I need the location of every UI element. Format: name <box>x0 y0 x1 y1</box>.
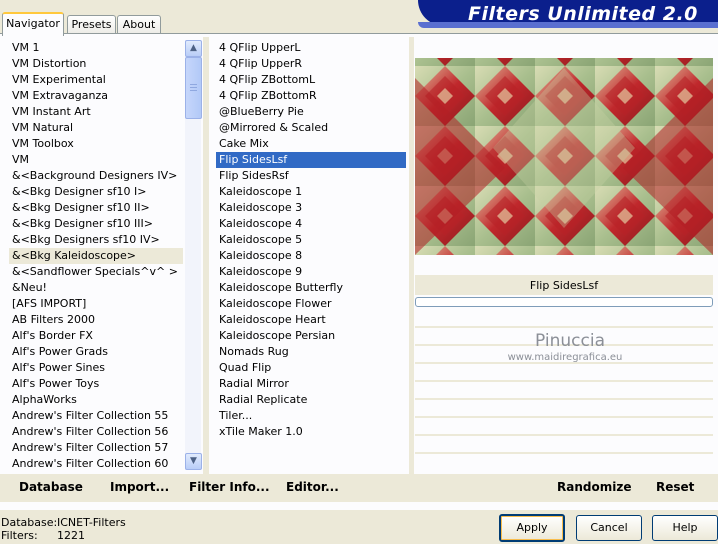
filter-item[interactable]: Nomads Rug <box>216 344 406 360</box>
category-item[interactable]: &Neu! <box>9 280 183 296</box>
scroll-thumb[interactable] <box>185 57 202 119</box>
category-item[interactable]: Alf's Power Toys <box>9 376 183 392</box>
category-item[interactable]: VM Extravaganza <box>9 88 183 104</box>
filter-item[interactable]: 4 QFlip ZBottomL <box>216 72 406 88</box>
category-item[interactable]: Alf's Power Grads <box>9 344 183 360</box>
database-button[interactable]: Database <box>19 480 83 494</box>
preview-image <box>415 58 713 255</box>
scroll-up-button[interactable]: ▲ <box>185 40 202 57</box>
watermark-url: www.maidiregrafica.eu <box>507 352 623 363</box>
watermark-name: Pinuccia <box>535 331 605 351</box>
help-button[interactable]: Help <box>652 515 718 541</box>
tab-navigator[interactable]: Navigator <box>2 12 64 36</box>
filter-item[interactable]: Kaleidoscope Butterfly <box>216 280 406 296</box>
tab-presets[interactable]: Presets <box>67 15 116 34</box>
filter-item[interactable]: Cake Mix <box>216 136 406 152</box>
category-item[interactable]: Andrew's Filter Collection 60 <box>9 456 183 472</box>
tab-about[interactable]: About <box>117 15 161 34</box>
filters-label: Filters: <box>1 529 38 542</box>
parameter-row[interactable] <box>415 382 713 400</box>
category-item[interactable]: Andrew's Filter Collection 57 <box>9 440 183 456</box>
preview-filter-name: Flip SidesLsf <box>529 279 599 292</box>
category-item[interactable]: VM <box>9 152 183 168</box>
filter-item[interactable]: Flip SidesLsf <box>216 152 406 168</box>
category-item[interactable]: [AFS IMPORT] <box>9 296 183 312</box>
import-button[interactable]: Import... <box>110 480 169 494</box>
filter-item[interactable]: Flip SidesRsf <box>216 168 406 184</box>
category-item[interactable]: &<Bkg Designers sf10 IV> <box>9 232 183 248</box>
editor-button[interactable]: Editor... <box>286 480 339 494</box>
filter-item[interactable]: @BlueBerry Pie <box>216 104 406 120</box>
category-item[interactable]: VM Distortion <box>9 56 183 72</box>
scroll-down-button[interactable]: ▼ <box>185 453 202 470</box>
progress-bar <box>415 297 713 307</box>
column-divider <box>409 37 414 474</box>
category-item[interactable]: &<Sandflower Specials^v^ > <box>9 264 183 280</box>
app-title: Filters Unlimited 2.0 <box>468 3 698 25</box>
category-item[interactable]: VM 1 <box>9 40 183 56</box>
category-item[interactable]: &<Bkg Kaleidoscope> <box>9 248 183 264</box>
category-item[interactable]: Andrew's Filter Collection 56 <box>9 424 183 440</box>
category-item[interactable]: Alf's Power Sines <box>9 360 183 376</box>
category-item[interactable]: &<Bkg Designer sf10 I> <box>9 184 183 200</box>
category-item[interactable]: &<Bkg Designer sf10 II> <box>9 200 183 216</box>
filter-item[interactable]: 4 QFlip UpperR <box>216 56 406 72</box>
filter-item[interactable]: Kaleidoscope 8 <box>216 248 406 264</box>
filter-item[interactable]: xTile Maker 1.0 <box>216 424 406 440</box>
cancel-button[interactable]: Cancel <box>576 515 642 541</box>
filter-item[interactable]: Radial Mirror <box>216 376 406 392</box>
filter-item[interactable]: Kaleidoscope 5 <box>216 232 406 248</box>
apply-button[interactable]: Apply <box>499 514 565 542</box>
randomize-button[interactable]: Randomize <box>557 480 631 494</box>
category-item[interactable]: Andrew's Filter Collection 55 <box>9 408 183 424</box>
category-scrollbar[interactable]: ▲ ▼ <box>185 40 202 470</box>
category-item[interactable]: AlphaWorks <box>9 392 183 408</box>
scroll-grip <box>190 90 197 91</box>
parameter-row[interactable] <box>415 364 713 382</box>
parameter-row[interactable] <box>415 436 713 454</box>
scroll-grip <box>190 87 197 88</box>
filter-item[interactable]: Kaleidoscope Flower <box>216 296 406 312</box>
category-item[interactable]: &<Background Designers IV> <box>9 168 183 184</box>
filter-list: 4 QFlip UpperL 4 QFlip UpperR 4 QFlip ZBot… <box>216 40 406 440</box>
scroll-grip <box>190 84 197 85</box>
filter-item[interactable]: 4 QFlip ZBottomR <box>216 88 406 104</box>
filter-item[interactable]: 4 QFlip UpperL <box>216 40 406 56</box>
filter-item[interactable]: Kaleidoscope 4 <box>216 216 406 232</box>
filter-item[interactable]: Quad Flip <box>216 360 406 376</box>
category-item[interactable]: VM Toolbox <box>9 136 183 152</box>
parameter-row[interactable] <box>415 418 713 436</box>
filter-item[interactable]: Kaleidoscope 9 <box>216 264 406 280</box>
filter-item[interactable]: Kaleidoscope Heart <box>216 312 406 328</box>
kaleidoscope-preview-pattern <box>415 58 713 255</box>
category-list: VM 1 VM Distortion VM Experimental VM Extra… <box>9 40 183 472</box>
filter-item[interactable]: Kaleidoscope 3 <box>216 200 406 216</box>
filters-value: 1221 <box>57 529 85 542</box>
filter-item[interactable]: @Mirrored & Scaled <box>216 120 406 136</box>
filter-item[interactable]: Kaleidoscope 1 <box>216 184 406 200</box>
parameter-row[interactable] <box>415 310 713 328</box>
category-item[interactable]: &<Bkg Designer sf10 III> <box>9 216 183 232</box>
database-value: ICNET-Filters <box>57 516 126 529</box>
database-label: Database: <box>1 516 58 529</box>
filter-item[interactable]: Radial Replicate <box>216 392 406 408</box>
category-item[interactable]: VM Experimental <box>9 72 183 88</box>
parameter-row[interactable] <box>415 400 713 418</box>
reset-button[interactable]: Reset <box>656 480 694 494</box>
category-item[interactable]: AB Filters 2000 <box>9 312 183 328</box>
column-divider <box>203 37 209 474</box>
filter-info-button[interactable]: Filter Info... <box>189 480 270 494</box>
filter-item[interactable]: Kaleidoscope Persian <box>216 328 406 344</box>
category-item[interactable]: VM Natural <box>9 120 183 136</box>
category-item[interactable]: Alf's Border FX <box>9 328 183 344</box>
category-item[interactable]: VM Instant Art <box>9 104 183 120</box>
filter-item[interactable]: Tiler... <box>216 408 406 424</box>
